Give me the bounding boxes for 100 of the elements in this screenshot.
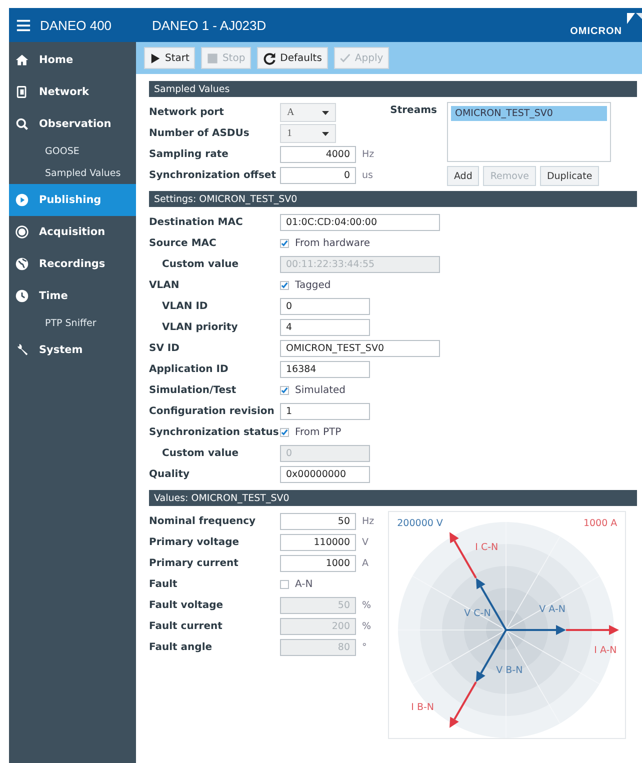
nav-item[interactable]: System <box>9 334 136 366</box>
unit-label: Hz <box>362 516 374 527</box>
field-label: VLAN ID <box>161 301 209 312</box>
unit-label: us <box>362 170 373 181</box>
field-label: Application ID <box>149 364 230 375</box>
input-field[interactable]: 1000 <box>280 555 356 572</box>
stream-button[interactable]: Duplicate <box>540 166 600 186</box>
stop-icon <box>207 52 218 64</box>
field-label: Quality <box>149 469 191 480</box>
field-label: Custom value <box>161 448 240 459</box>
caret-icon <box>322 110 329 114</box>
play-icon <box>15 193 29 207</box>
unit-label: V <box>362 537 368 548</box>
nav-subitem[interactable]: GOOSE <box>9 140 136 162</box>
field-label: Network port <box>149 107 225 118</box>
phasor-label: V C-N <box>464 608 491 619</box>
toolbar-button[interactable]: Defaults <box>257 47 328 69</box>
section-header: Settings: OMICRON_TEST_SV0 <box>149 191 637 207</box>
play-icon <box>150 52 161 64</box>
checkbox[interactable] <box>280 239 289 248</box>
nav-item[interactable]: Recordings <box>9 248 136 280</box>
field-label: Fault angle <box>149 642 214 653</box>
wrench-icon <box>15 343 29 357</box>
device-title: DANEO 1 - AJ023D <box>152 18 266 32</box>
checkbox[interactable] <box>280 428 289 437</box>
input-field[interactable]: 110000 <box>280 534 356 551</box>
checkmark-icon <box>340 52 351 64</box>
field-label: Sampling rate <box>149 149 230 160</box>
field-label: Primary voltage <box>149 537 240 548</box>
checkbox-label: A-N <box>295 579 313 590</box>
field-label: VLAN <box>149 280 180 291</box>
field-label: Fault <box>149 579 178 590</box>
arrow <box>450 532 477 579</box>
phasor-label: I A-N <box>594 645 617 656</box>
input-field[interactable]: 50 <box>280 513 356 530</box>
input-field[interactable]: 0 <box>280 298 370 315</box>
input-field[interactable]: 4000 <box>280 146 356 163</box>
checkbox-label: Simulated <box>295 385 346 396</box>
refresh-icon <box>263 52 276 64</box>
unit-label: Hz <box>362 149 374 160</box>
field-label: Destination MAC <box>149 217 244 228</box>
field-label: SV ID <box>149 343 180 354</box>
field-label: Synchronization status <box>149 427 280 438</box>
nav-item[interactable]: Acquisition <box>9 216 136 248</box>
field-label: Fault current <box>149 621 224 632</box>
caret-icon <box>322 132 329 136</box>
field-label: Configuration revision <box>149 406 276 417</box>
menu-icon <box>15 18 32 32</box>
list-item[interactable]: OMICRON_TEST_SV0 <box>450 106 607 121</box>
input-field[interactable]: OMICRON_TEST_SV0 <box>280 340 440 357</box>
checkbox-label: Tagged <box>295 280 331 291</box>
nav-item[interactable]: Publishing <box>9 184 136 216</box>
nav-subitem[interactable]: PTP Sniffer <box>9 312 136 334</box>
nav-item[interactable]: Time <box>9 280 136 312</box>
section-header: Sampled Values <box>149 81 637 97</box>
field-label: Fault voltage <box>149 600 224 611</box>
field-label: Source MAC <box>149 238 218 249</box>
nav-subitem[interactable]: Sampled Values <box>9 162 136 184</box>
phasor-label: V B-N <box>496 665 523 676</box>
section-header: Values: OMICRON_TEST_SV0 <box>149 490 637 506</box>
field-label: Simulation/Test <box>149 385 238 396</box>
streams-label: Streams <box>390 104 437 118</box>
nav-item[interactable]: Observation <box>9 108 136 140</box>
phasor-label: V A-N <box>539 604 566 615</box>
stream-button[interactable]: Add <box>446 166 480 186</box>
app-title: DANEO 400 <box>40 18 112 32</box>
scale-label: 200000 V <box>397 518 443 529</box>
phasor-label: I B-N <box>411 702 434 713</box>
field-label: Number of ASDUs <box>149 128 250 139</box>
unit-label: ° <box>362 642 367 653</box>
dropdown[interactable]: 1 <box>280 124 336 143</box>
checkbox[interactable] <box>280 580 289 589</box>
field-label: Nominal frequency <box>149 516 257 527</box>
nav-item[interactable]: Network <box>9 76 136 108</box>
record-icon <box>15 225 29 239</box>
input-field[interactable]: 1 <box>280 403 370 420</box>
input-field[interactable]: 4 <box>280 319 370 336</box>
input-field[interactable]: 0 <box>280 167 356 184</box>
dropdown[interactable]: A <box>280 103 336 122</box>
field-label: Custom value <box>161 259 240 270</box>
input-field[interactable]: 01:0C:CD:04:00:00 <box>280 214 440 231</box>
brand-logo-text: OMICRON <box>570 26 622 37</box>
input-field[interactable]: 0x00000000 <box>280 466 370 483</box>
field-label: VLAN priority <box>161 322 239 333</box>
unit-label: A <box>362 558 368 569</box>
arrow <box>566 625 620 635</box>
field-label: Synchronization offset <box>149 170 277 181</box>
checkbox[interactable] <box>280 386 289 395</box>
house-icon <box>15 53 29 67</box>
globe-icon <box>15 257 29 271</box>
checkbox-label: From hardware <box>295 238 370 249</box>
clock-icon <box>15 289 29 303</box>
nav-item[interactable]: Home <box>9 44 136 76</box>
unit-label: % <box>362 600 372 611</box>
checkbox[interactable] <box>280 281 289 290</box>
field-label: Primary current <box>149 558 240 569</box>
card-icon <box>15 85 29 99</box>
toolbar-button[interactable]: Start <box>144 47 196 69</box>
input-field[interactable]: 16384 <box>280 361 370 378</box>
unit-label: % <box>362 621 372 632</box>
